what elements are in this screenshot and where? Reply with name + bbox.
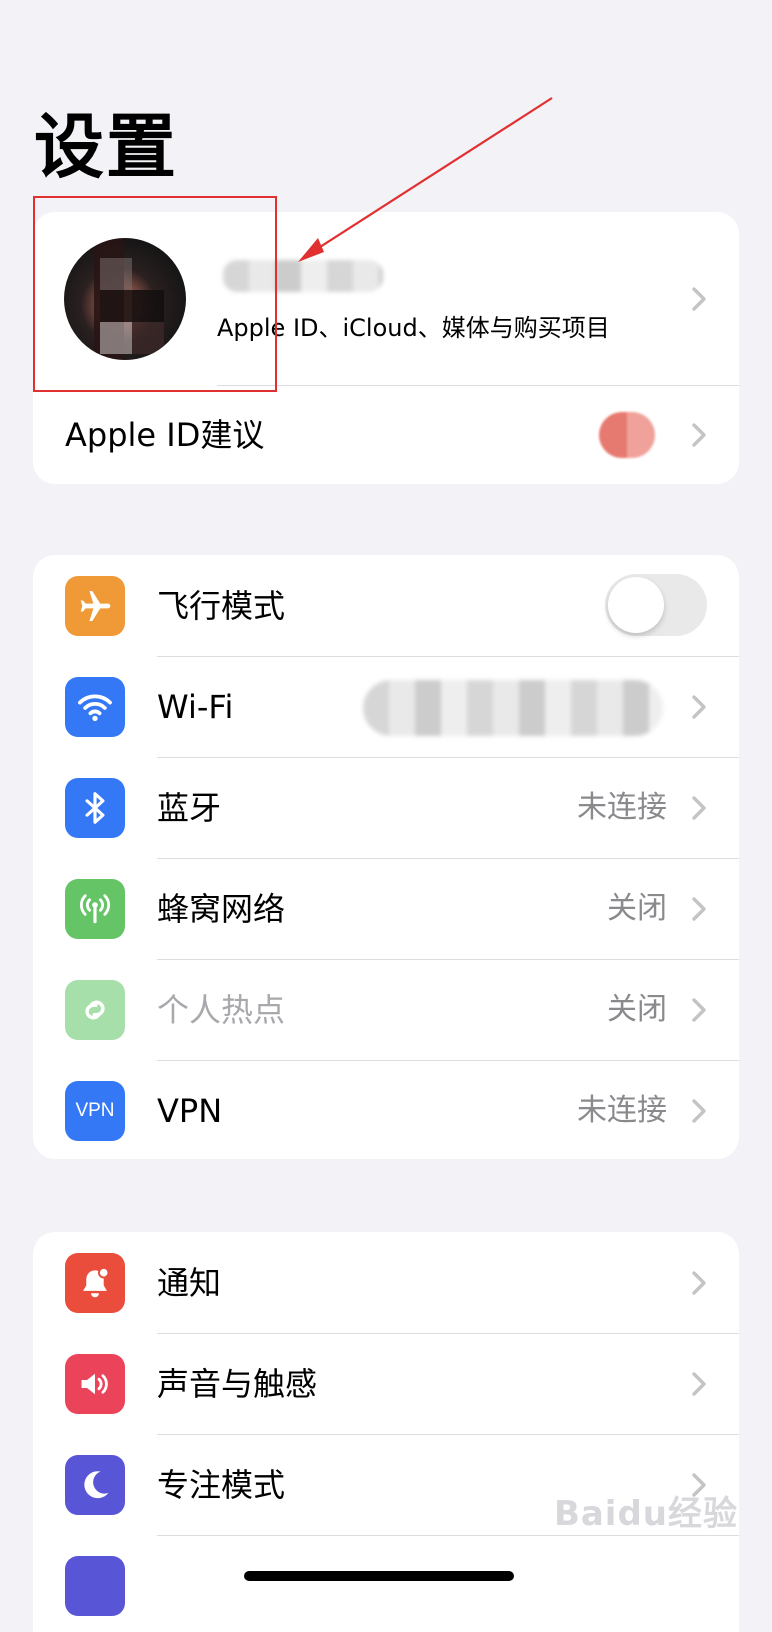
settings-row-airplane-mode[interactable]: 飞行模式 <box>33 555 739 657</box>
row-label: VPN <box>157 1092 223 1130</box>
row-value: 关闭 <box>607 992 667 1027</box>
wifi-network-name-blurred <box>363 680 663 736</box>
screen-time-icon <box>65 1556 125 1616</box>
annotation-highlight-box <box>33 196 277 392</box>
settings-row-sounds-haptics[interactable]: 声音与触感 <box>33 1333 739 1435</box>
settings-row-vpn[interactable]: VPN VPN 未连接 <box>33 1060 739 1159</box>
row-value: 未连接 <box>577 1093 667 1128</box>
airplane-mode-toggle[interactable] <box>605 574 707 636</box>
chevron-right-icon <box>692 423 706 447</box>
vpn-icon-text: VPN <box>75 1100 115 1121</box>
page-title: 设置 <box>34 106 178 188</box>
row-value: 未连接 <box>577 790 667 825</box>
row-label: Wi-Fi <box>157 688 234 726</box>
bell-icon <box>65 1253 125 1313</box>
vpn-icon: VPN <box>65 1081 125 1141</box>
wifi-icon <box>65 677 125 737</box>
chevron-right-icon <box>692 1372 706 1396</box>
row-label: 声音与触感 <box>157 1365 318 1403</box>
bluetooth-icon <box>65 778 125 838</box>
chevron-right-icon <box>692 695 706 719</box>
chevron-right-icon <box>692 998 706 1022</box>
settings-row-bluetooth[interactable]: 蓝牙 未连接 <box>33 757 739 859</box>
settings-row-personal-hotspot[interactable]: 个人热点 关闭 <box>33 959 739 1061</box>
suggestion-badge <box>599 412 655 458</box>
settings-row-next[interactable] <box>33 1535 739 1632</box>
settings-row-notifications[interactable]: 通知 <box>33 1232 739 1334</box>
settings-row-wifi[interactable]: Wi-Fi <box>33 656 739 758</box>
apple-id-suggestion-row[interactable]: Apple ID建议 <box>33 386 739 484</box>
watermark: Baidu经验 <box>553 1494 738 1534</box>
cellular-icon <box>65 879 125 939</box>
row-value: 关闭 <box>607 891 667 926</box>
chevron-right-icon <box>692 897 706 921</box>
row-label: 蓝牙 <box>157 789 222 827</box>
chevron-right-icon <box>692 1271 706 1295</box>
chevron-right-icon <box>692 287 706 311</box>
row-label: 个人热点 <box>157 991 286 1029</box>
row-label: 蜂窝网络 <box>157 890 286 928</box>
toggle-knob <box>608 577 664 633</box>
hotspot-icon <box>65 980 125 1040</box>
row-label: 飞行模式 <box>157 587 286 625</box>
settings-row-cellular[interactable]: 蜂窝网络 关闭 <box>33 858 739 960</box>
speaker-icon <box>65 1354 125 1414</box>
row-label: 专注模式 <box>157 1466 286 1504</box>
connectivity-card: 飞行模式 Wi-Fi 蓝牙 未连接 蜂窝网络 关闭 个人热点 关闭 VPN VP… <box>33 555 739 1159</box>
airplane-icon <box>65 576 125 636</box>
apple-id-suggestion-label: Apple ID建议 <box>65 416 265 454</box>
chevron-right-icon <box>692 1099 706 1123</box>
home-indicator[interactable] <box>244 1571 514 1581</box>
moon-icon <box>65 1455 125 1515</box>
chevron-right-icon <box>692 796 706 820</box>
row-label: 通知 <box>157 1264 222 1302</box>
